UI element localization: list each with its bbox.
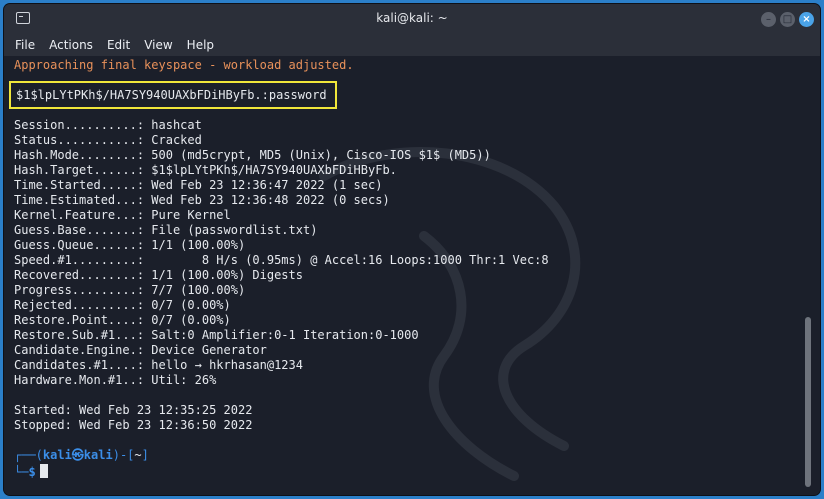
menu-help[interactable]: Help (180, 34, 221, 56)
menu-file[interactable]: File (4, 34, 42, 56)
prompt-user: kali㉿kali (42, 448, 113, 462)
stopped-time: Stopped: Wed Feb 23 12:36:50 2022 (14, 418, 253, 432)
prompt-symbol: $ (28, 465, 36, 479)
terminal-output[interactable]: Approaching final keyspace - workload ad… (4, 56, 820, 495)
status-line: Hash.Target......: $1$lpLYtPKh$/HA7SY940… (14, 163, 397, 177)
status-line: Progress.........: 7/7 (100.00%) (14, 283, 246, 297)
shell-prompt-header: ┌──(kali㉿kali)-[~] (14, 448, 149, 463)
status-line: Status...........: Cracked (14, 133, 202, 147)
status-line: Speed.#1.........: 8 H/s (0.95ms) @ Acce… (14, 253, 549, 267)
prompt-end: ] (141, 448, 149, 462)
title-bar[interactable]: kali@kali: ~ – □ × (4, 4, 820, 34)
prompt-mid: )-[ (112, 448, 135, 462)
text-cursor (39, 464, 48, 478)
prompt-lead: ┌──( (14, 448, 43, 462)
terminal-window: kali@kali: ~ – □ × File Actions Edit Vie… (4, 4, 820, 495)
status-line: Guess.Base.......: File (passwordlist.tx… (14, 223, 318, 237)
window-title: kali@kali: ~ (376, 11, 448, 25)
status-line: Restore.Point....: 0/7 (0.00%) (14, 313, 231, 327)
status-line: Time.Started.....: Wed Feb 23 12:36:47 2… (14, 178, 383, 192)
status-line: Recovered........: 1/1 (100.00%) Digests (14, 268, 303, 282)
status-line: Session..........: hashcat (14, 118, 202, 132)
menu-edit[interactable]: Edit (100, 34, 137, 56)
prompt-dir: ~ (134, 448, 142, 462)
status-line: Hardware.Mon.#1..: Util: 26% (14, 373, 217, 387)
started-time: Started: Wed Feb 23 12:35:25 2022 (14, 403, 253, 417)
status-line: Rejected.........: 0/7 (0.00%) (14, 298, 231, 312)
menu-view[interactable]: View (137, 34, 179, 56)
status-line: Time.Estimated...: Wed Feb 23 12:36:48 2… (14, 193, 390, 207)
shell-prompt-input[interactable]: └─$ (14, 464, 48, 480)
status-line: Guess.Queue......: 1/1 (100.00%) (14, 238, 246, 252)
status-line: Candidate.Engine.: Device Generator (14, 343, 267, 357)
status-line: Kernel.Feature...: Pure Kernel (14, 208, 231, 222)
close-icon[interactable]: × (799, 12, 814, 27)
cracked-hash-result: $1$lpLYtPKh$/HA7SY940UAXbFDiHByFb.:passw… (16, 88, 327, 102)
status-line: Candidates.#1....: hello → hkrhasan@1234 (14, 358, 303, 372)
maximize-icon[interactable]: □ (780, 12, 795, 27)
prompt-lead2: └─ (14, 465, 29, 479)
status-line: Hash.Mode........: 500 (md5crypt, MD5 (U… (14, 148, 491, 162)
hashcat-notice: Approaching final keyspace - workload ad… (14, 58, 354, 72)
minimize-icon[interactable]: – (761, 12, 776, 27)
status-line: Restore.Sub.#1...: Salt:0 Amplifier:0-1 … (14, 328, 419, 342)
scrollbar[interactable] (805, 317, 811, 487)
menu-bar: File Actions Edit View Help (4, 34, 820, 56)
menu-actions[interactable]: Actions (42, 34, 100, 56)
